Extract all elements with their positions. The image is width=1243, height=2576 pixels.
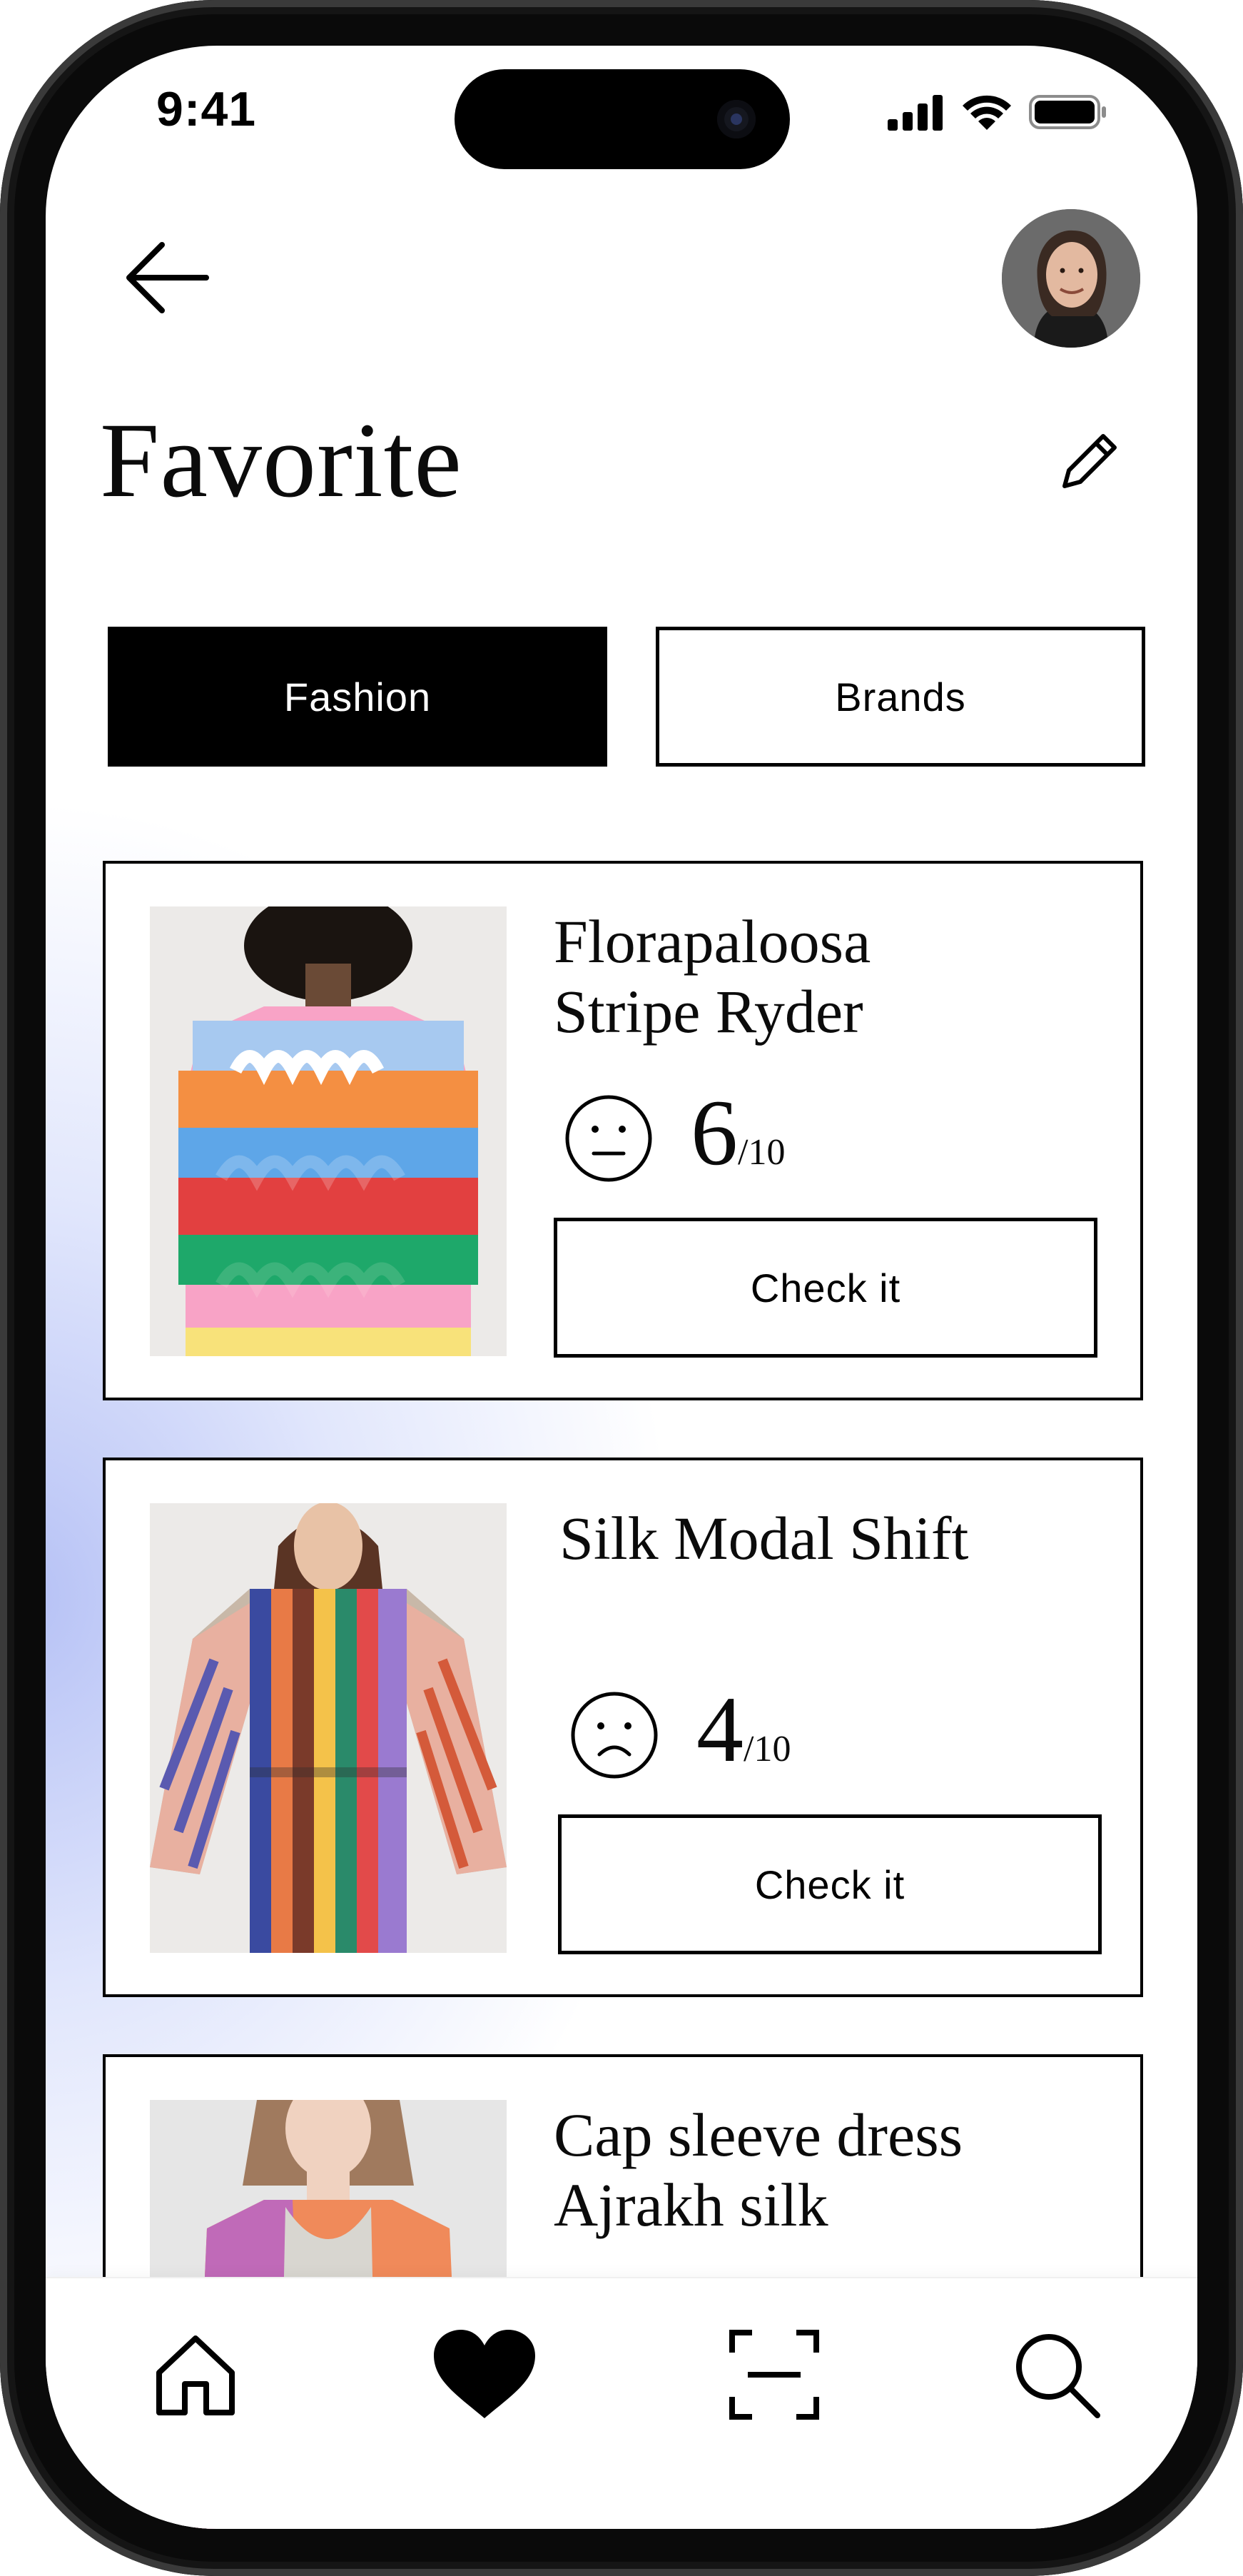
product-image[interactable] <box>150 1503 507 1953</box>
page-title: Favorite <box>100 401 462 520</box>
rating-score: 4/10 <box>696 1675 791 1784</box>
sad-face-icon <box>568 1689 661 1785</box>
avatar[interactable] <box>1002 209 1140 348</box>
battery-icon <box>1029 95 1106 129</box>
nav-home[interactable] <box>149 2328 242 2425</box>
rating-score: 6/10 <box>691 1078 785 1187</box>
tab-brands[interactable]: Brands <box>656 627 1145 767</box>
dress-photo-vertical-stripes <box>150 1503 507 1953</box>
pencil-icon <box>1062 434 1117 488</box>
check-it-button[interactable]: Check it <box>554 1218 1097 1358</box>
bottom-nav <box>46 2277 1197 2529</box>
back-button[interactable] <box>121 238 213 320</box>
rating-scale: /10 <box>738 1132 786 1173</box>
product-card[interactable]: Florapaloosa Stripe Ryder 6/10 Check it <box>103 861 1143 1400</box>
product-name: Silk Modal Shift <box>559 1504 969 1572</box>
nav-favorites[interactable] <box>431 2328 538 2425</box>
nav-search[interactable] <box>1010 2328 1103 2425</box>
nav-scan[interactable] <box>728 2328 821 2425</box>
status-icons <box>888 93 1109 131</box>
wifi-icon <box>963 95 1011 130</box>
rating-value: 6 <box>691 1080 738 1185</box>
app-screen: 9:41 Favorite Fashion Brands Florapaloos… <box>46 46 1197 2529</box>
dynamic-island <box>455 69 790 169</box>
signal-icon <box>888 95 943 131</box>
dress-photo-colorful-waves <box>150 906 507 1356</box>
product-name: Florapaloosa Stripe Ryder <box>554 907 871 1046</box>
tab-fashion[interactable]: Fashion <box>108 627 607 767</box>
neutral-face-icon <box>562 1092 655 1188</box>
edit-button[interactable] <box>1059 426 1125 495</box>
search-icon <box>1016 2334 1100 2418</box>
scan-icon <box>729 2330 819 2420</box>
product-image[interactable] <box>150 906 507 1356</box>
status-time: 9:41 <box>156 82 257 136</box>
rating-scale: /10 <box>744 1729 791 1769</box>
phone-frame: 9:41 Favorite Fashion Brands Florapaloos… <box>0 0 1243 2576</box>
check-it-button[interactable]: Check it <box>558 1814 1102 1954</box>
avatar-portrait <box>1002 209 1140 348</box>
arrow-left-icon <box>126 242 209 313</box>
product-name: Cap sleeve dress Ajrakh silk <box>554 2101 963 2239</box>
rating-value: 4 <box>696 1677 744 1782</box>
home-icon <box>156 2335 235 2415</box>
heart-icon <box>434 2330 535 2418</box>
product-card[interactable]: Silk Modal Shift 4/10 Check it <box>103 1458 1143 1997</box>
